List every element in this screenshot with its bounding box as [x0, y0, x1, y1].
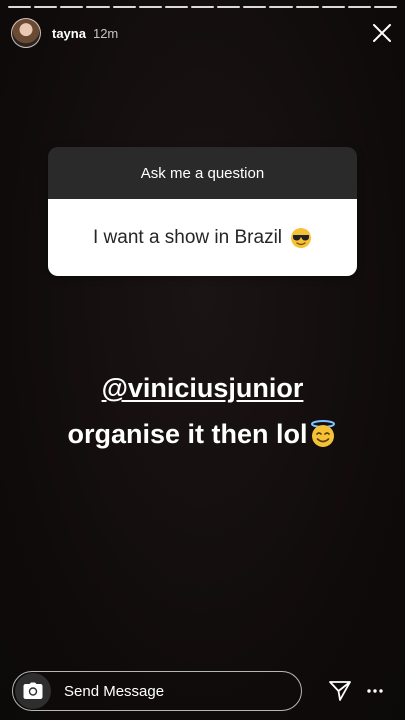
send-message-placeholder: Send Message: [64, 682, 165, 700]
reply-bar: Send Message: [12, 670, 393, 712]
progress-segment: [269, 6, 293, 8]
progress-segment: [86, 6, 110, 8]
camera-icon: [23, 682, 43, 699]
question-sticker-answer: I want a show in Brazil: [92, 226, 283, 248]
story-caption: @viniciusjunior organise it then lol: [0, 365, 405, 457]
progress-segment: [112, 6, 136, 8]
progress-segment: [60, 6, 84, 8]
smiling-face-with-halo-icon: [310, 420, 335, 447]
camera-button[interactable]: [15, 673, 51, 709]
progress-segment: [295, 6, 319, 8]
progress-segment: [190, 6, 215, 8]
progress-segment: [34, 6, 58, 8]
caption-text: organise it then lol: [67, 419, 308, 449]
progress-segment: [243, 6, 267, 8]
more-horizontal-icon: [367, 689, 383, 693]
send-message-input[interactable]: Send Message: [12, 671, 302, 711]
progress-segment: [347, 6, 371, 8]
avatar[interactable]: [11, 18, 41, 48]
question-sticker-answer-area: I want a show in Brazil: [48, 199, 357, 276]
progress-segment: [217, 6, 241, 8]
share-button[interactable]: [328, 679, 352, 703]
close-button[interactable]: [371, 22, 393, 44]
progress-segment: [8, 6, 32, 8]
progress-segment: [321, 6, 345, 8]
mention-link[interactable]: @viniciusjunior: [102, 373, 304, 403]
close-icon: [373, 24, 391, 42]
paper-plane-icon: [329, 681, 351, 701]
question-sticker-title: Ask me a question: [48, 147, 357, 199]
story-progress-bar: [8, 6, 398, 8]
story-view: tayna 12m Ask me a question I want a sho…: [0, 0, 405, 720]
question-sticker: Ask me a question I want a show in Brazi…: [48, 147, 357, 276]
more-options-button[interactable]: [366, 679, 384, 703]
progress-segment: [164, 6, 188, 8]
story-header: tayna 12m: [11, 17, 393, 49]
progress-segment: [373, 6, 398, 8]
username[interactable]: tayna: [52, 26, 86, 41]
timestamp: 12m: [92, 25, 119, 41]
smiling-face-with-sunglasses-icon: [291, 227, 312, 248]
progress-segment: [138, 6, 162, 8]
